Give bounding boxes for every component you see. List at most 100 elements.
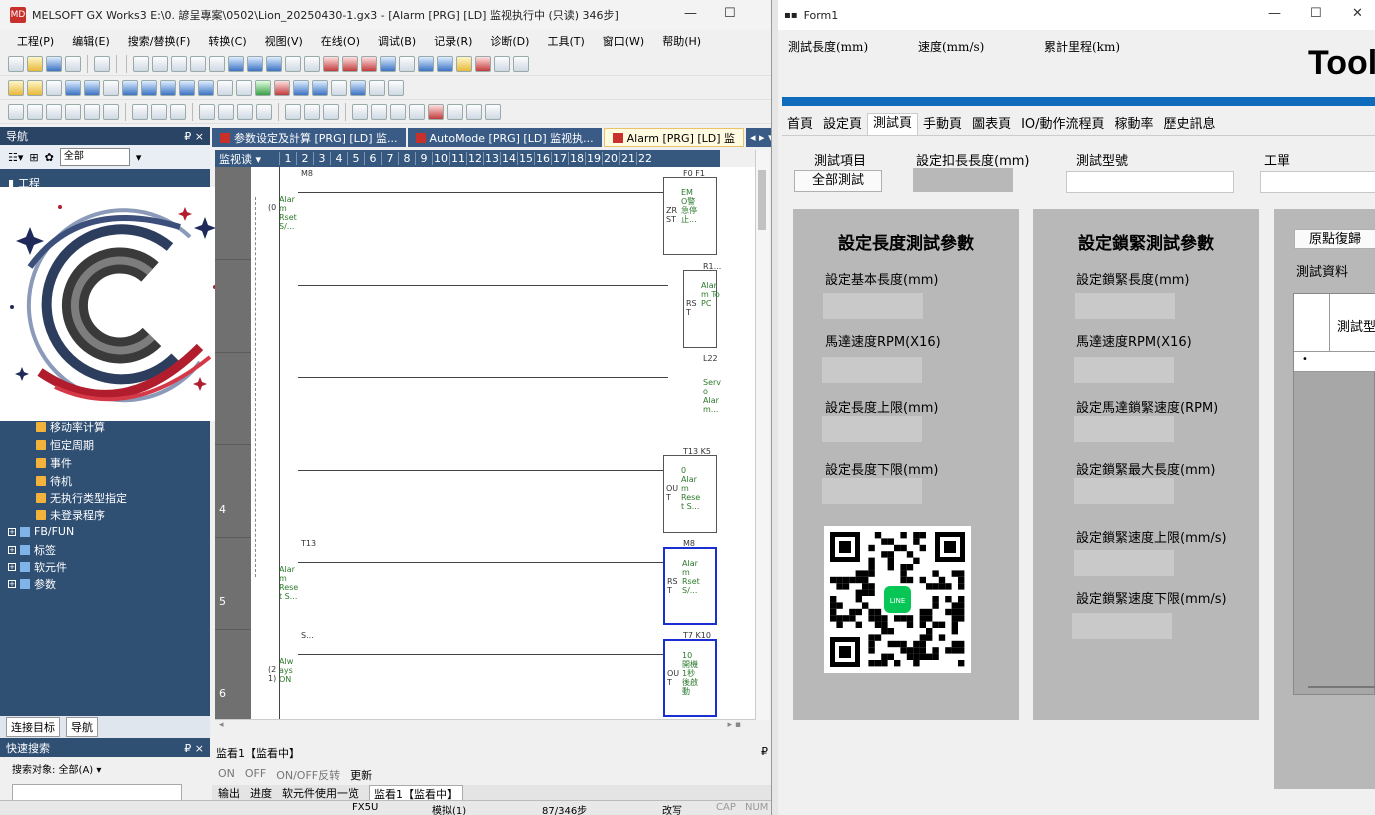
find-icon[interactable] bbox=[331, 79, 347, 96]
parallel-nc-icon[interactable] bbox=[65, 103, 81, 120]
param-icon[interactable] bbox=[304, 55, 320, 72]
device-icon[interactable] bbox=[285, 55, 301, 72]
tab-scroll-arrows[interactable]: ◂ ▸ ▾ bbox=[746, 128, 771, 147]
coil-device[interactable]: M8 bbox=[683, 539, 695, 548]
coil-device[interactable]: L22 bbox=[703, 354, 718, 363]
menu-item[interactable]: 帮助(H) bbox=[653, 33, 710, 49]
nav-filter-icon[interactable]: ☷▾ bbox=[8, 151, 23, 164]
fb-icon[interactable] bbox=[475, 55, 491, 72]
sim-icon[interactable] bbox=[437, 55, 453, 72]
help-icon[interactable] bbox=[94, 55, 110, 72]
tree-item[interactable]: 事件 bbox=[36, 455, 72, 471]
menu-item[interactable]: 搜索/替换(F) bbox=[119, 33, 200, 49]
op-icon[interactable] bbox=[323, 103, 339, 120]
menu-item[interactable]: 工具(T) bbox=[538, 33, 593, 49]
menu-item[interactable]: 窗口(W) bbox=[594, 33, 653, 49]
test-data-grid[interactable]: 測試型 • bbox=[1293, 293, 1375, 695]
convert-icon[interactable] bbox=[399, 55, 415, 72]
gear-icon[interactable]: ✿ bbox=[45, 151, 54, 164]
verify-icon[interactable] bbox=[266, 55, 282, 72]
ladder-mode-icon[interactable] bbox=[8, 79, 24, 96]
menu-item[interactable]: 诊断(D) bbox=[481, 33, 538, 49]
lock-speed-upper-field[interactable] bbox=[1074, 550, 1174, 576]
form-maximize-button[interactable]: ☐ bbox=[1310, 6, 1322, 21]
form-tab[interactable]: 測試頁 bbox=[867, 113, 919, 135]
step-icon[interactable] bbox=[293, 79, 309, 96]
paste-icon[interactable] bbox=[171, 55, 187, 72]
falling-parallel-icon[interactable] bbox=[256, 103, 272, 120]
ladder-edit-icon[interactable] bbox=[390, 103, 406, 120]
save-icon[interactable] bbox=[46, 55, 62, 72]
form-tab[interactable]: 歷史訊息 bbox=[1159, 115, 1221, 135]
redo-icon[interactable] bbox=[209, 55, 225, 72]
ladder-editor[interactable]: 456 M8 Alar m Rset S/... (0 ZR ST EM O警 急停 止… bbox=[215, 167, 755, 719]
hline-icon[interactable] bbox=[132, 103, 148, 120]
form-tab[interactable]: IO/動作流程頁 bbox=[1016, 115, 1109, 135]
nav-pin-close[interactable]: ₽ × bbox=[184, 130, 204, 143]
list-icon[interactable] bbox=[65, 79, 81, 96]
diag-icon[interactable] bbox=[418, 55, 434, 72]
form-tab[interactable]: 稼動率 bbox=[1110, 115, 1159, 135]
expand-icon[interactable]: + bbox=[8, 563, 16, 571]
expand-icon[interactable]: + bbox=[8, 546, 16, 554]
tool-icon[interactable] bbox=[447, 103, 463, 120]
expand-icon[interactable]: + bbox=[8, 527, 16, 536]
print-icon[interactable] bbox=[65, 55, 81, 72]
statement-icon[interactable] bbox=[141, 79, 157, 96]
base-length-field[interactable] bbox=[823, 293, 923, 319]
horizontal-scrollbar[interactable]: ▸ ▪ ◂ bbox=[215, 719, 755, 733]
menu-item[interactable]: 编辑(E) bbox=[63, 33, 119, 49]
zoom-icon[interactable] bbox=[103, 79, 119, 96]
chevron-down-icon[interactable]: ▾ bbox=[136, 151, 142, 164]
grid-new-row[interactable]: • bbox=[1294, 352, 1375, 372]
run-icon[interactable] bbox=[342, 55, 358, 72]
form-tab[interactable]: 設定頁 bbox=[818, 115, 867, 135]
tab-connection-target[interactable]: 连接目标 bbox=[6, 717, 60, 737]
check-icon[interactable] bbox=[255, 79, 271, 96]
tree-root-item[interactable]: + FB/FUN bbox=[8, 525, 74, 538]
lock-motor-rpm-field[interactable] bbox=[1074, 357, 1174, 383]
menu-item[interactable]: 记录(R) bbox=[425, 33, 481, 49]
read-plc-icon[interactable] bbox=[247, 55, 263, 72]
order-field[interactable] bbox=[1260, 171, 1375, 193]
rising-edge-icon[interactable] bbox=[199, 103, 215, 120]
cut-icon[interactable] bbox=[133, 55, 149, 72]
cross-ref-icon[interactable] bbox=[513, 55, 529, 72]
tab-param-calc[interactable]: 参数设定及計算 [PRG] [LD] 监... bbox=[212, 128, 406, 147]
toggle-button[interactable]: ON/OFF反转 bbox=[276, 767, 340, 783]
menu-item[interactable]: 调试(B) bbox=[369, 33, 425, 49]
refresh-button[interactable]: 更新 bbox=[350, 767, 372, 783]
minimize-button[interactable]: — bbox=[684, 6, 697, 21]
tree-root-item[interactable]: + 参数 bbox=[8, 576, 56, 592]
coil-icon[interactable] bbox=[84, 103, 100, 120]
instruction-icon[interactable] bbox=[103, 103, 119, 120]
parallel-no-icon[interactable] bbox=[46, 103, 62, 120]
monitor-icon[interactable] bbox=[361, 55, 377, 72]
form-tab[interactable]: 首頁 bbox=[782, 115, 818, 135]
tool2-icon[interactable] bbox=[466, 103, 482, 120]
contact-device[interactable]: M8 bbox=[301, 169, 313, 178]
grid-hscroll[interactable] bbox=[1308, 686, 1375, 688]
write-plc-icon[interactable] bbox=[228, 55, 244, 72]
tree-item[interactable]: 待机 bbox=[36, 473, 72, 489]
motor-rpm-field[interactable] bbox=[822, 357, 922, 383]
coil-device[interactable]: T7 K10 bbox=[683, 631, 711, 640]
tool3-icon[interactable] bbox=[485, 103, 501, 120]
tab-navigation[interactable]: 导航 bbox=[66, 717, 98, 737]
on-button[interactable]: ON bbox=[218, 767, 235, 783]
fb-insert-icon[interactable] bbox=[352, 103, 368, 120]
breakpoint-icon[interactable] bbox=[274, 79, 290, 96]
tree-item[interactable]: 未登录程序 bbox=[36, 507, 105, 523]
invert-icon[interactable] bbox=[285, 103, 301, 120]
device-display-icon[interactable] bbox=[179, 79, 195, 96]
contact-device[interactable]: T13 bbox=[301, 539, 316, 548]
menu-item[interactable]: 转换(C) bbox=[199, 33, 255, 49]
lock-length-field[interactable] bbox=[1075, 293, 1175, 319]
note-icon[interactable] bbox=[160, 79, 176, 96]
read-mode-icon[interactable] bbox=[27, 79, 43, 96]
new-icon[interactable] bbox=[8, 55, 24, 72]
tree-item[interactable]: 无执行类型指定 bbox=[36, 490, 127, 506]
contact-no-icon[interactable] bbox=[8, 103, 24, 120]
monitor-read-select[interactable]: 监视读 ▾ bbox=[215, 151, 279, 167]
copy-icon[interactable] bbox=[152, 55, 168, 72]
